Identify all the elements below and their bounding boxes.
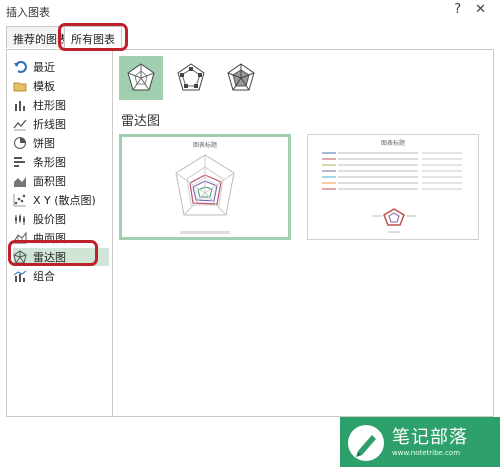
sidebar-item-pie[interactable]: 饼图 — [13, 134, 109, 152]
stock-chart-icon — [13, 212, 27, 226]
tab-all-charts[interactable]: 所有图表 — [64, 26, 122, 50]
watermark-url: www.notetribe.com — [392, 449, 461, 457]
radar-markers-subtype-icon — [177, 63, 205, 91]
combo-chart-icon — [13, 269, 27, 283]
sidebar-item-line[interactable]: 折线图 — [13, 115, 109, 133]
watermark: 笔记部落 www.notetribe.com — [340, 417, 500, 467]
section-title: 雷达图 — [121, 114, 161, 129]
dialog-footer: 笔记部落 www.notetribe.com — [0, 417, 500, 467]
sidebar-item-label: 曲面图 — [33, 232, 66, 245]
sidebar-item-area[interactable]: 面积图 — [13, 172, 109, 190]
chart-preview-radar[interactable]: 图表标题 — [119, 134, 291, 240]
chart-preview-radar-alt[interactable]: 图表标题 — [307, 134, 479, 240]
preview-radar-graphic — [175, 154, 235, 234]
sidebar-item-radar[interactable]: 雷达图 — [13, 248, 109, 266]
sidebar-item-surface[interactable]: 曲面图 — [13, 229, 109, 247]
undo-icon — [13, 60, 27, 74]
chart-type-list: 最近 模板 柱形图 折线图 饼图 条形图 面积图 X Y (散点图) 股价图 曲… — [7, 50, 113, 416]
radar-subtype-icon — [127, 63, 155, 91]
subtype-filled-radar[interactable] — [219, 56, 263, 100]
title-bar: 插入图表 ? ✕ — [0, 0, 500, 22]
sidebar-item-scatter[interactable]: X Y (散点图) — [13, 191, 109, 209]
sidebar-item-label: 面积图 — [33, 175, 66, 188]
sidebar-item-combo[interactable]: 组合 — [13, 267, 109, 285]
sidebar-item-label: 股价图 — [33, 213, 66, 226]
sidebar-item-label: 柱形图 — [33, 99, 66, 112]
radar-chart-icon — [13, 250, 27, 264]
sidebar-item-label: 条形图 — [33, 156, 66, 169]
sidebar-item-label: X Y (散点图) — [33, 194, 96, 207]
column-chart-icon — [13, 98, 27, 112]
pen-icon — [348, 425, 384, 461]
preview-legend-graphic — [322, 152, 462, 233]
scatter-chart-icon — [13, 193, 27, 207]
sidebar-item-label: 模板 — [33, 80, 55, 93]
sidebar-item-bar[interactable]: 条形图 — [13, 153, 109, 171]
filled-radar-subtype-icon — [227, 63, 255, 91]
sidebar-item-recent[interactable]: 最近 — [13, 58, 109, 76]
sidebar-item-label: 最近 — [33, 61, 55, 74]
sidebar-item-column[interactable]: 柱形图 — [13, 96, 109, 114]
close-button[interactable]: ✕ — [475, 2, 486, 17]
surface-chart-icon — [13, 231, 27, 245]
bar-chart-icon — [13, 155, 27, 169]
sidebar-item-label: 雷达图 — [33, 251, 66, 264]
folder-icon — [13, 79, 27, 93]
sidebar-item-label: 折线图 — [33, 118, 66, 131]
subtype-radar[interactable] — [119, 56, 163, 100]
window-title: 插入图表 — [6, 6, 50, 19]
preview-chart-title: 图表标题 — [192, 142, 217, 149]
dialog-body: 最近 模板 柱形图 折线图 饼图 条形图 面积图 X Y (散点图) 股价图 曲… — [6, 49, 494, 417]
subtype-radar-with-markers[interactable] — [169, 56, 213, 100]
sidebar-item-label: 组合 — [33, 270, 55, 283]
chart-subtype-row — [119, 56, 369, 100]
sidebar-item-templates[interactable]: 模板 — [13, 77, 109, 95]
sidebar-item-label: 饼图 — [33, 137, 55, 150]
line-chart-icon — [13, 117, 27, 131]
pie-chart-icon — [13, 136, 27, 150]
tab-strip: 推荐的图表 所有图表 — [6, 23, 494, 51]
sidebar-item-stock[interactable]: 股价图 — [13, 210, 109, 228]
area-chart-icon — [13, 174, 27, 188]
watermark-text: 笔记部落 — [392, 427, 468, 448]
help-button[interactable]: ? — [454, 2, 461, 17]
